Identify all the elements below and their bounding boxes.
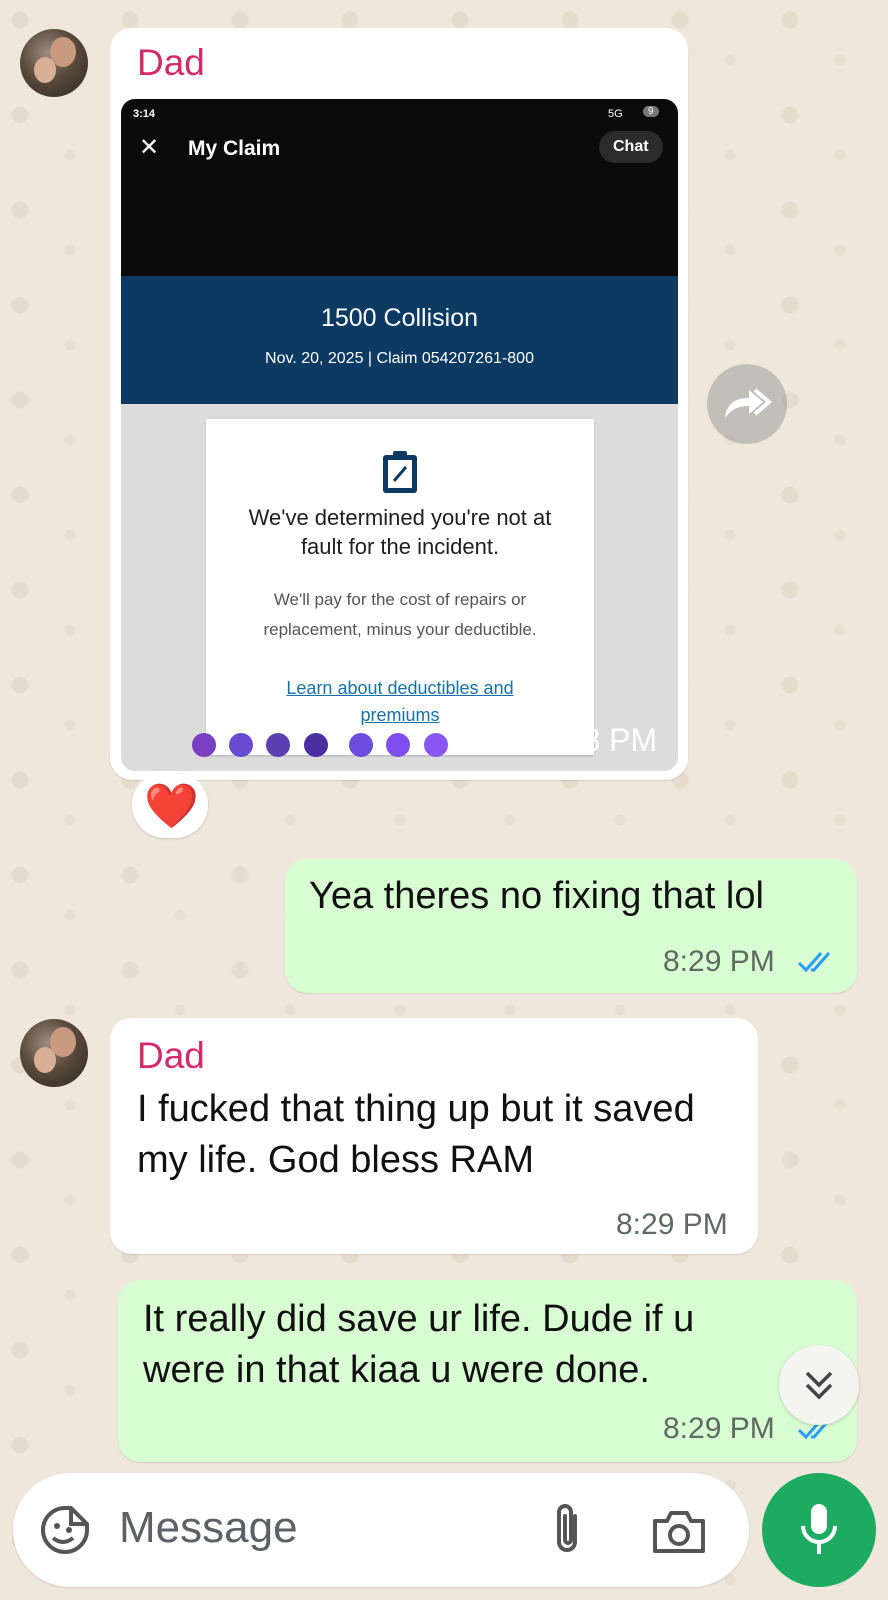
claim-title: 1500 Collision [320, 304, 479, 332]
message-text: Yea theres no fixing that lol [309, 875, 764, 917]
voice-message-button[interactable] [762, 1473, 876, 1587]
paperclip-icon[interactable] [549, 1502, 585, 1558]
forward-icon [725, 388, 773, 418]
avatar[interactable] [20, 1019, 88, 1087]
close-icon: ✕ [139, 134, 160, 161]
shared-screenshot[interactable]: 3:14 5G 9 ✕ My Claim Chat 1500 Collision… [121, 99, 678, 771]
screenshot-title: My Claim [188, 137, 281, 160]
double-chevron-down-icon [805, 1371, 833, 1400]
sender-name: Dad [137, 1035, 205, 1076]
message-time: 8:28 PM [538, 722, 658, 758]
card-link: Learn about deductibles and premiums [286, 678, 514, 725]
message-bubble-outgoing[interactable]: It really did save ur life. Dude if u we… [118, 1280, 857, 1462]
message-time: 8:29 PM [616, 1208, 728, 1241]
app-dock-dot [386, 733, 410, 757]
claim-subtitle: Nov. 20, 2025 | Claim 054207261-800 [265, 350, 534, 367]
sender-name: Dad [137, 42, 205, 83]
claim-card: We've determined you're not at fault for… [206, 419, 594, 755]
app-dock-dot [192, 733, 216, 757]
claim-header: 1500 Collision Nov. 20, 2025 | Claim 054… [121, 276, 678, 404]
camera-icon[interactable] [651, 1507, 707, 1555]
chat-button: Chat [599, 131, 663, 163]
scroll-to-bottom-button[interactable] [779, 1345, 859, 1425]
heart-reaction: ❤️ [144, 782, 199, 831]
message-time: 8:29 PM [663, 1412, 775, 1445]
status-network: 5G [608, 108, 623, 120]
app-dock-dot [424, 733, 448, 757]
read-receipt-icon [797, 952, 831, 973]
message-bubble-outgoing[interactable]: Yea theres no fixing that lol 8:29 PM [285, 859, 857, 993]
app-dock-dot [349, 733, 373, 757]
message-bubble-incoming[interactable]: Dad I fucked that thing up but it saved … [110, 1018, 758, 1254]
mic-icon [801, 1504, 837, 1554]
message-composer[interactable]: Message [13, 1473, 749, 1587]
app-dock-dot [266, 733, 290, 757]
screenshot-status-bar: 3:14 5G 9 [121, 99, 678, 129]
message-text: It really did save ur life. Dude if u we… [143, 1298, 695, 1391]
card-body: We'll pay for the cost of repairs or rep… [263, 590, 537, 639]
forward-button[interactable] [707, 364, 787, 444]
app-dock-dot [304, 733, 328, 757]
message-input[interactable]: Message [119, 1503, 298, 1553]
card-heading: We've determined you're not at fault for… [248, 505, 552, 559]
status-battery: 9 [643, 106, 659, 117]
status-time: 3:14 [133, 108, 156, 120]
screenshot-top-bar: ✕ My Claim Chat [121, 129, 678, 276]
clipboard-icon [383, 451, 417, 493]
avatar[interactable] [20, 29, 88, 97]
reaction-badge[interactable]: ❤️ [132, 772, 208, 838]
message-text: I fucked that thing up but it saved my l… [137, 1088, 695, 1181]
message-time: 8:29 PM [663, 945, 775, 978]
sticker-icon[interactable] [39, 1504, 91, 1556]
app-dock-dot [229, 733, 253, 757]
